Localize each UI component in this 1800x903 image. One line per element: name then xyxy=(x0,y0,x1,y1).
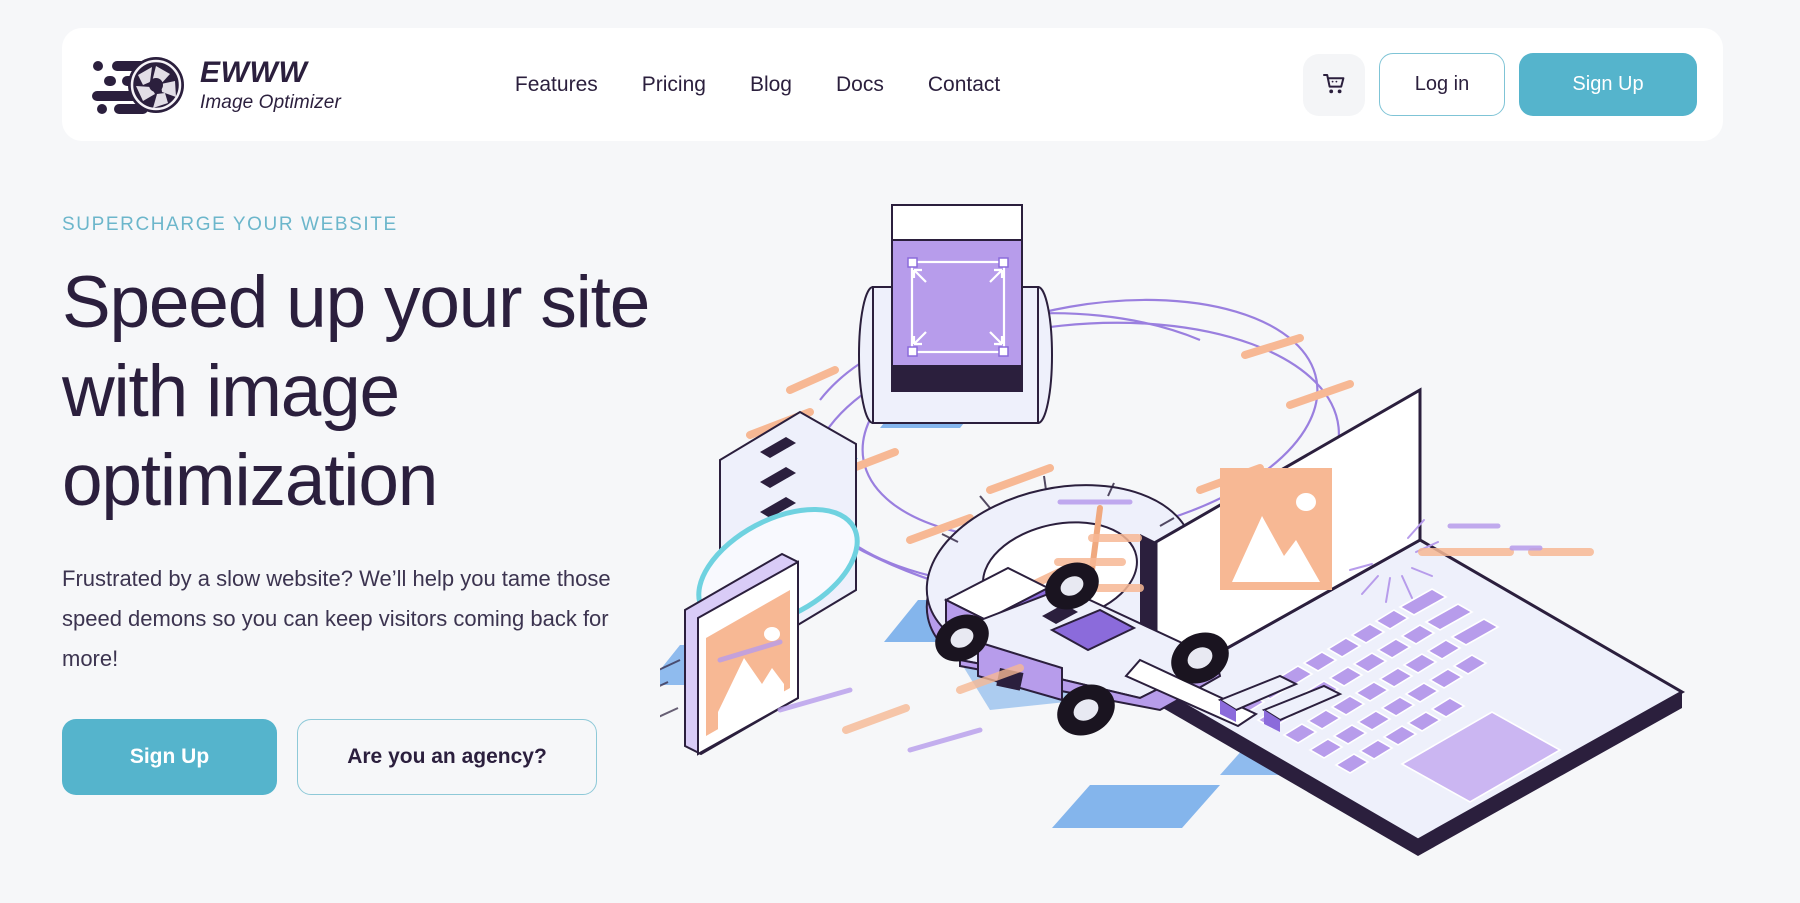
hero-signup-button[interactable]: Sign Up xyxy=(62,719,277,795)
site-header: EWWW Image Optimizer Features Pricing Bl… xyxy=(62,28,1723,141)
signup-button-header[interactable]: Sign Up xyxy=(1519,53,1697,116)
nav-item-docs[interactable]: Docs xyxy=(836,73,884,97)
hero-illustration: .pl { fill:#b79ceb; } .pd { fill:#8b6bdb… xyxy=(660,190,1800,890)
header-actions: Log in Sign Up xyxy=(1303,53,1697,116)
login-button[interactable]: Log in xyxy=(1379,53,1505,116)
nav-item-pricing[interactable]: Pricing xyxy=(642,73,706,97)
hero-agency-button[interactable]: Are you an agency? xyxy=(297,719,597,795)
main-navigation: Features Pricing Blog Docs Contact xyxy=(515,73,1000,97)
nav-item-features[interactable]: Features xyxy=(515,73,598,97)
cart-button[interactable] xyxy=(1303,53,1365,116)
hero-subtitle: Frustrated by a slow website? We’ll help… xyxy=(62,566,611,671)
brand-logo[interactable]: EWWW Image Optimizer xyxy=(90,54,341,116)
hero-cta-row: Sign Up Are you an agency? xyxy=(62,719,702,795)
hero-section: SUPERCHARGE YOUR WEBSITE Speed up your s… xyxy=(62,214,702,795)
brand-name: EWWW xyxy=(200,55,308,89)
nav-item-contact[interactable]: Contact xyxy=(928,73,1000,97)
brand-tagline: Image Optimizer xyxy=(200,91,341,113)
nav-item-blog[interactable]: Blog xyxy=(750,73,792,97)
shopping-cart-icon xyxy=(1320,69,1348,100)
hero-headline: Speed up your site with image optimizati… xyxy=(62,262,650,521)
hero-eyebrow: SUPERCHARGE YOUR WEBSITE xyxy=(62,214,398,235)
camera-aperture-speed-icon xyxy=(90,54,186,116)
